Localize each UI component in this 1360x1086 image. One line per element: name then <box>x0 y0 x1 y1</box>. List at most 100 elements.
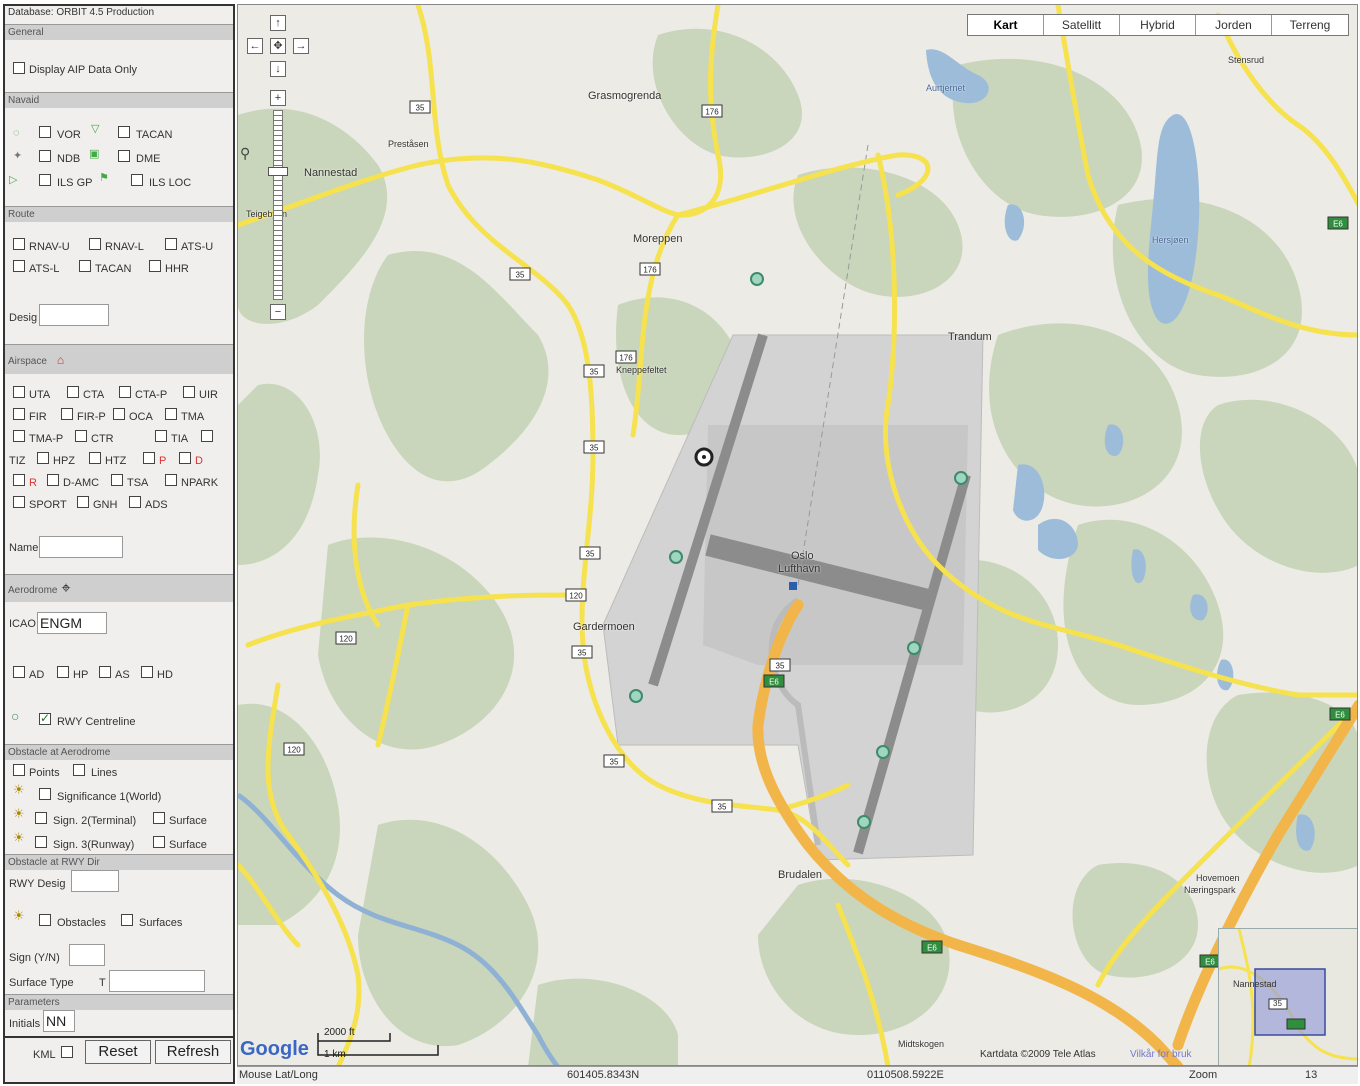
reset-button[interactable]: Reset <box>85 1040 151 1064</box>
tacan-checkbox[interactable] <box>118 126 130 138</box>
hhr-checkbox[interactable] <box>149 260 161 272</box>
place-label-naeringspark: Næringspark <box>1184 885 1236 895</box>
sign-yn-input[interactable] <box>69 944 105 966</box>
status-bar: Mouse Lat/Long 601405.8343N 0110508.5922… <box>237 1066 1358 1084</box>
airspace-checkbox-hpz[interactable] <box>37 452 49 464</box>
route-desig-input[interactable] <box>39 304 109 326</box>
scale-ft-label: 2000 ft <box>324 1027 355 1038</box>
airspace-name-input[interactable] <box>39 536 123 558</box>
tacan-label: TACAN <box>136 129 173 141</box>
display-aip-checkbox[interactable] <box>13 62 25 74</box>
zoom-slider-handle[interactable] <box>268 167 288 176</box>
airspace-label-r: R <box>29 477 37 489</box>
section-navaid-header: Navaid <box>5 92 233 108</box>
airspace-checkbox-fir[interactable] <box>13 408 25 420</box>
airspace-checkbox-cta-p[interactable] <box>119 386 131 398</box>
airspace-checkbox-r[interactable] <box>13 474 25 486</box>
ndb-checkbox[interactable] <box>39 150 51 162</box>
terms-link[interactable]: Vilkår for bruk <box>1130 1049 1192 1060</box>
rwy-desig-input[interactable] <box>71 870 119 892</box>
hp-checkbox[interactable] <box>57 666 69 678</box>
airspace-checkbox-blank[interactable] <box>201 430 213 442</box>
section-route-header: Route <box>5 206 233 222</box>
map-tab-terreng[interactable]: Terreng <box>1272 15 1348 35</box>
ils-gp-icon: ▷ <box>9 174 18 186</box>
ils-gp-checkbox[interactable] <box>39 174 51 186</box>
kml-checkbox[interactable] <box>61 1046 73 1058</box>
airspace-checkbox-d[interactable] <box>179 452 191 464</box>
airspace-checkbox-oca[interactable] <box>113 408 125 420</box>
zoom-out-button[interactable]: − <box>270 304 286 320</box>
hd-checkbox[interactable] <box>141 666 153 678</box>
sig3-surface-checkbox[interactable] <box>153 836 165 848</box>
airspace-checkbox-ads[interactable] <box>129 496 141 508</box>
sig1-checkbox[interactable] <box>39 788 51 800</box>
map-tab-hybrid[interactable]: Hybrid <box>1120 15 1196 35</box>
obstacle-sig2-icon: ☀ <box>13 806 25 821</box>
airspace-checkbox-tia[interactable] <box>155 430 167 442</box>
airspace-checkbox-p[interactable] <box>143 452 155 464</box>
airspace-checkbox-uir[interactable] <box>183 386 195 398</box>
minimap-shield-35: 35 <box>1273 999 1282 1008</box>
map-tab-jorden[interactable]: Jorden <box>1196 15 1272 35</box>
airspace-checkbox-npark[interactable] <box>165 474 177 486</box>
airspace-label-htz: HTZ <box>105 455 127 467</box>
obstacle-rwy-icon: ☀ <box>13 908 25 923</box>
as-checkbox[interactable] <box>99 666 111 678</box>
street-view-icon[interactable]: ⚲ <box>240 145 250 162</box>
airspace-checkbox-d-amc[interactable] <box>47 474 59 486</box>
airspace-checkbox-htz[interactable] <box>89 452 101 464</box>
ad-checkbox[interactable] <box>13 666 25 678</box>
surface-type-label: Surface Type <box>9 977 74 989</box>
airspace-checkbox-tma[interactable] <box>165 408 177 420</box>
initials-label: Initials <box>9 1018 41 1030</box>
rnav-u-checkbox[interactable] <box>13 238 25 250</box>
overview-minimap[interactable]: Nannestad 35 <box>1218 928 1357 1065</box>
rwy-obstacles-checkbox[interactable] <box>39 914 51 926</box>
place-label-midtskogen: Midtskogen <box>898 1039 945 1049</box>
rwy-centreline-checkbox[interactable] <box>39 711 51 725</box>
place-label-stensrud: Stensrud <box>1228 55 1265 65</box>
airspace-checkbox-sport[interactable] <box>13 496 25 508</box>
rwy-surfaces-checkbox[interactable] <box>121 914 133 926</box>
airspace-checkbox-tsa[interactable] <box>111 474 123 486</box>
obstacle-lines-checkbox[interactable] <box>73 764 85 776</box>
map-tab-satellitt[interactable]: Satellitt <box>1044 15 1120 35</box>
airspace-checkbox-gnh[interactable] <box>77 496 89 508</box>
icao-input[interactable]: ENGM <box>37 612 107 634</box>
airspace-checkbox-uta[interactable] <box>13 386 25 398</box>
map-tab-kart[interactable]: Kart <box>968 15 1044 35</box>
map-view[interactable]: 35 176 35 176 176 35 35 35 120 120 35 120 35 35 35 E6 E6… <box>237 4 1358 1066</box>
sig3-checkbox[interactable] <box>35 836 47 848</box>
pan-left-button[interactable]: ← <box>247 38 263 54</box>
sig2-checkbox[interactable] <box>35 812 47 824</box>
pan-center-button[interactable]: ✥ <box>270 38 286 54</box>
rnav-l-checkbox[interactable] <box>89 238 101 250</box>
surface-type-input[interactable] <box>109 970 205 992</box>
pan-right-button[interactable]: → <box>293 38 309 54</box>
refresh-button[interactable]: Refresh <box>155 1040 231 1064</box>
zoom-in-button[interactable]: + <box>270 90 286 106</box>
airspace-checkbox-ctr[interactable] <box>75 430 87 442</box>
sig2-surface-checkbox[interactable] <box>153 812 165 824</box>
ils-loc-checkbox[interactable] <box>131 174 143 186</box>
initials-input[interactable]: NN <box>43 1010 75 1032</box>
hd-label: HD <box>157 669 173 681</box>
ats-l-checkbox[interactable] <box>13 260 25 272</box>
map-canvas[interactable]: 35 176 35 176 176 35 35 35 120 120 35 120 35 35 35 E6 E6… <box>238 5 1358 1066</box>
zoom-slider-track[interactable] <box>273 110 283 300</box>
pan-up-button[interactable]: ↑ <box>270 15 286 31</box>
pan-down-button[interactable]: ↓ <box>270 61 286 77</box>
ats-u-checkbox[interactable] <box>165 238 177 250</box>
obstacle-points-checkbox[interactable] <box>13 764 25 776</box>
airspace-checkbox-tma-p[interactable] <box>13 430 25 442</box>
airspace-checkbox-fir-p[interactable] <box>61 408 73 420</box>
ils-loc-icon: ⚑ <box>99 172 109 184</box>
panel-divider <box>5 1036 233 1038</box>
dme-checkbox[interactable] <box>118 150 130 162</box>
route-tacan-label: TACAN <box>95 263 132 275</box>
vor-checkbox[interactable] <box>39 126 51 138</box>
aerodrome-marker[interactable] <box>694 447 714 467</box>
route-tacan-checkbox[interactable] <box>79 260 91 272</box>
airspace-checkbox-cta[interactable] <box>67 386 79 398</box>
